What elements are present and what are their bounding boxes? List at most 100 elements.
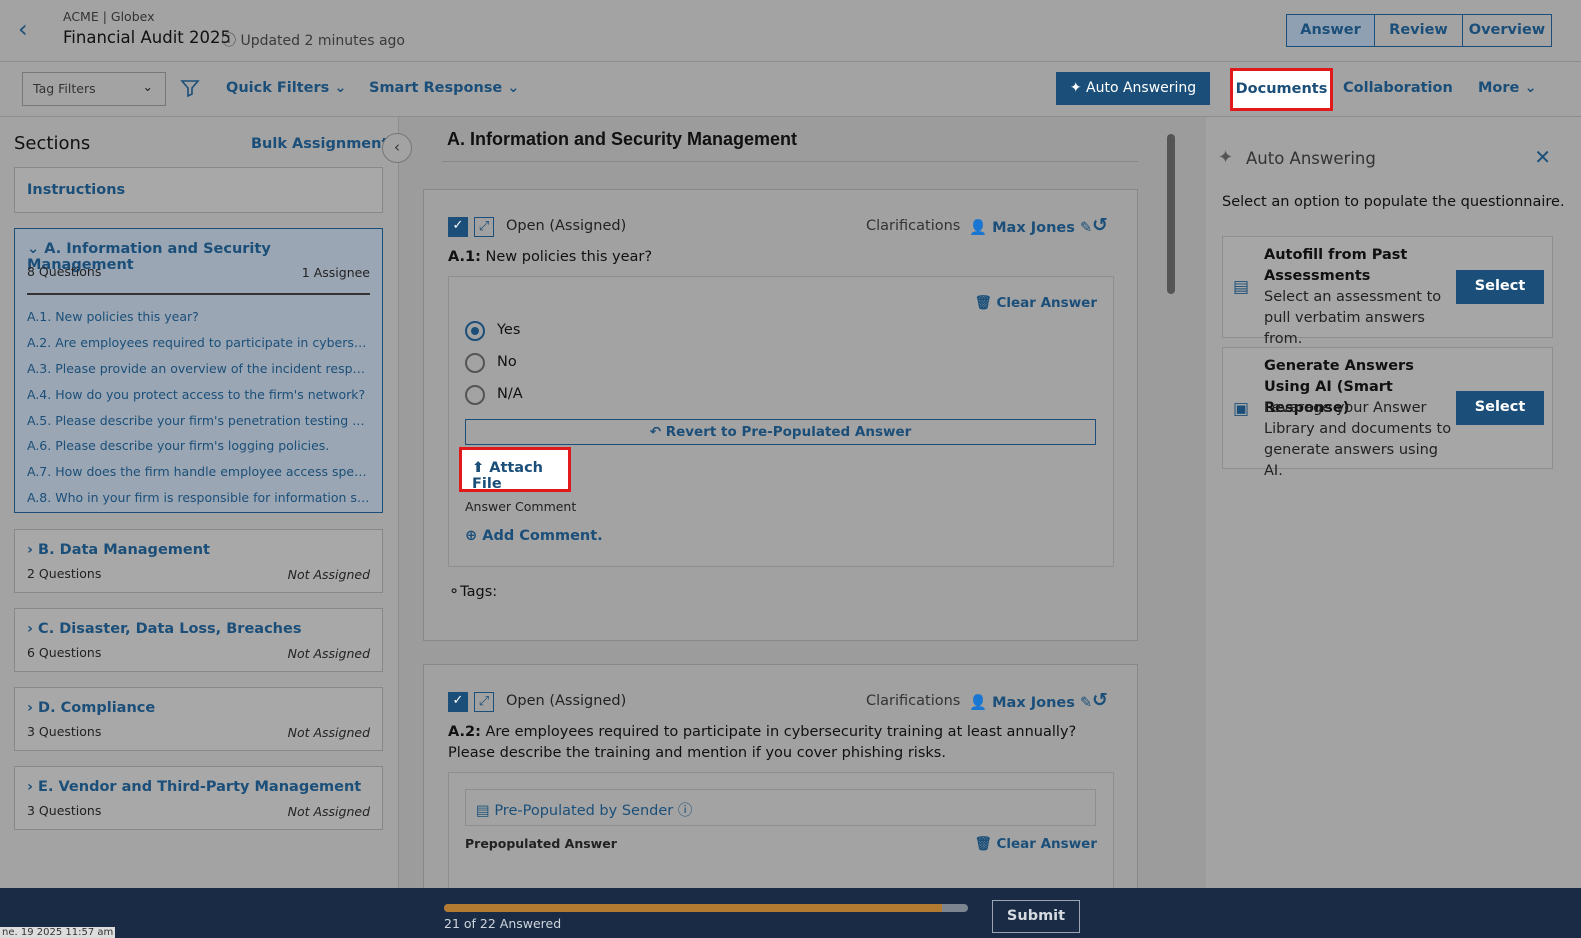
question-body: Are employees required to participate in… (448, 724, 1077, 761)
history-icon[interactable]: ↺ (1092, 689, 1108, 711)
question-text: A.2: Are employees required to participa… (448, 722, 1118, 764)
document-icon: ▤ (476, 803, 490, 819)
clear-answer-label: Clear Answer (996, 295, 1097, 311)
clarifications-link[interactable]: Clarifications (866, 693, 960, 709)
submit-button[interactable]: Submit (992, 900, 1080, 933)
trash-icon: 🗑 (974, 836, 992, 852)
undo-icon: ↶ (649, 424, 661, 440)
question-link-a5[interactable]: A.5. Please describe your firm's penetra… (27, 413, 372, 428)
scrollbar[interactable] (1167, 134, 1175, 294)
auto-answering-label: Auto Answering (1086, 80, 1197, 96)
auto-answering-button[interactable]: ✦ Auto Answering (1056, 72, 1210, 105)
progress-fill (444, 904, 942, 912)
chevron-down-icon: ⌄ (27, 241, 40, 257)
chevron-down-icon: ⌄ (334, 80, 347, 96)
select-checkbox[interactable]: ✓ (448, 692, 468, 712)
pencil-icon[interactable]: ✎ (1080, 695, 1092, 711)
revert-button[interactable]: ↶ Revert to Pre-Populated Answer (465, 419, 1096, 445)
chevron-down-icon: ⌄ (142, 79, 153, 94)
chevron-down-icon: ⌄ (507, 80, 520, 96)
question-link-a2[interactable]: A.2. Are employees required to participa… (27, 335, 372, 350)
section-a[interactable]: ⌄ A. Information and Security Management… (14, 228, 383, 513)
answer-panel: 🗑 Clear Answer Yes No N/A ↶ Revert to Pr… (448, 276, 1114, 567)
question-link-a1[interactable]: A.1. New policies this year? (27, 309, 372, 324)
select-ai-button[interactable]: Select (1456, 391, 1544, 425)
question-status: Open (Assigned) (506, 693, 627, 709)
more-dropdown[interactable]: More ⌄ (1478, 80, 1537, 96)
quick-filters-dropdown[interactable]: Quick Filters ⌄ (226, 80, 347, 96)
expand-icon[interactable]: ⤢ (474, 692, 494, 712)
section-a-count: 8 Questions (27, 264, 102, 279)
section-c-label: C. Disaster, Data Loss, Breaches (38, 621, 302, 637)
tags-text: Tags: (460, 584, 498, 600)
assignee-user[interactable]: 👤 Max Jones ✎ (969, 219, 1092, 236)
section-b-title: › B. Data Management (27, 542, 210, 558)
section-b[interactable]: › B. Data Management 2 Questions Not Ass… (14, 529, 383, 593)
pencil-icon[interactable]: ✎ (1080, 220, 1092, 236)
option-ai-desc: Leverage your Answer Library and documen… (1264, 400, 1452, 479)
clear-answer-button[interactable]: 🗑 Clear Answer (975, 295, 1097, 311)
chevron-right-icon: › (27, 779, 33, 795)
section-e[interactable]: › E. Vendor and Third-Party Management 3… (14, 766, 383, 830)
select-autofill-button[interactable]: Select (1456, 270, 1544, 304)
more-label: More (1478, 80, 1520, 96)
option-autofill-title: Autofill from Past Assessments (1264, 247, 1408, 284)
revert-label: Revert to Pre-Populated Answer (665, 424, 912, 440)
plus-circle-icon: ⊕ (465, 528, 478, 544)
updated-text: Updated 2 minutes ago (240, 33, 406, 49)
section-c[interactable]: › C. Disaster, Data Loss, Breaches 6 Que… (14, 608, 383, 672)
sparkle-icon: ✦ (1218, 147, 1234, 168)
chevron-down-icon: ⌄ (1524, 80, 1537, 96)
option-ai: ▣ Generate Answers Using AI (Smart Respo… (1222, 347, 1553, 479)
bulk-assignments-link[interactable]: Bulk Assignments (251, 136, 397, 152)
option-no-label: No (497, 354, 517, 370)
progress-text: 21 of 22 Answered (444, 916, 562, 931)
close-icon[interactable]: ✕ (1534, 145, 1551, 169)
chevron-right-icon: › (27, 700, 33, 716)
question-link-a3[interactable]: A.3. Please provide an overview of the i… (27, 361, 372, 376)
tab-overview[interactable]: Overview (1463, 15, 1551, 46)
section-d[interactable]: › D. Compliance 3 Questions Not Assigned (14, 687, 383, 751)
filter-icon[interactable] (180, 78, 200, 103)
back-arrow-icon[interactable]: ‹ (18, 17, 38, 42)
question-status: Open (Assigned) (506, 218, 627, 234)
check-icon: ✓ (452, 693, 464, 708)
question-link-a4[interactable]: A.4. How do you protect access to the fi… (27, 387, 372, 402)
history-icon[interactable]: ↺ (1092, 214, 1108, 236)
attach-file-button[interactable]: ⬆ Attach File (459, 447, 571, 492)
clear-answer-button[interactable]: 🗑 Clear Answer (975, 836, 1097, 852)
tag-filters-select[interactable]: Tag Filters ⌄ (22, 72, 166, 106)
smart-response-dropdown[interactable]: Smart Response ⌄ (369, 80, 519, 96)
assignee-user[interactable]: 👤 Max Jones ✎ (969, 694, 1092, 711)
info-icon[interactable]: ⓘ (678, 803, 693, 819)
timestamp: ne. 19 2025 11:57 am (0, 927, 116, 938)
radio-no[interactable] (465, 353, 485, 373)
view-tabs: Answer Review Overview (1286, 14, 1552, 47)
option-na-label: N/A (497, 386, 523, 402)
documents-button[interactable]: Documents (1230, 68, 1333, 111)
instructions-item[interactable]: Instructions (14, 167, 383, 213)
section-d-title: › D. Compliance (27, 700, 155, 716)
radio-na[interactable] (465, 385, 485, 405)
user-icon: 👤 (969, 695, 988, 711)
section-e-title: › E. Vendor and Third-Party Management (27, 779, 361, 795)
collapse-sidebar-button[interactable]: ‹ (382, 133, 412, 163)
collaboration-button[interactable]: Collaboration (1343, 80, 1453, 96)
question-link-a7[interactable]: A.7. How does the firm handle employee a… (27, 464, 372, 479)
expand-icon[interactable]: ⤢ (474, 217, 494, 237)
tab-review[interactable]: Review (1375, 15, 1463, 46)
question-link-a6[interactable]: A.6. Please describe your firm's logging… (27, 438, 372, 453)
panel-description: Select an option to populate the questio… (1222, 194, 1565, 210)
tab-answer[interactable]: Answer (1287, 15, 1375, 46)
select-checkbox[interactable]: ✓ (448, 217, 468, 237)
toolbar: Tag Filters ⌄ Quick Filters ⌄ Smart Respo… (0, 62, 1581, 117)
question-link-a8[interactable]: A.8. Who in your firm is responsible for… (27, 490, 372, 505)
section-d-count: 3 Questions (27, 724, 102, 739)
option-autofill: ▤ Autofill from Past Assessments Select … (1222, 236, 1553, 347)
add-comment-label: Add Comment. (482, 528, 603, 544)
add-comment-button[interactable]: ⊕ Add Comment. (465, 528, 603, 544)
info-icon: ⓘ (222, 33, 236, 49)
radio-yes[interactable] (465, 321, 485, 341)
clarifications-link[interactable]: Clarifications (866, 218, 960, 234)
top-bar: ‹ ACME | Globex Financial Audit 2025 ⓘ U… (0, 0, 1581, 62)
